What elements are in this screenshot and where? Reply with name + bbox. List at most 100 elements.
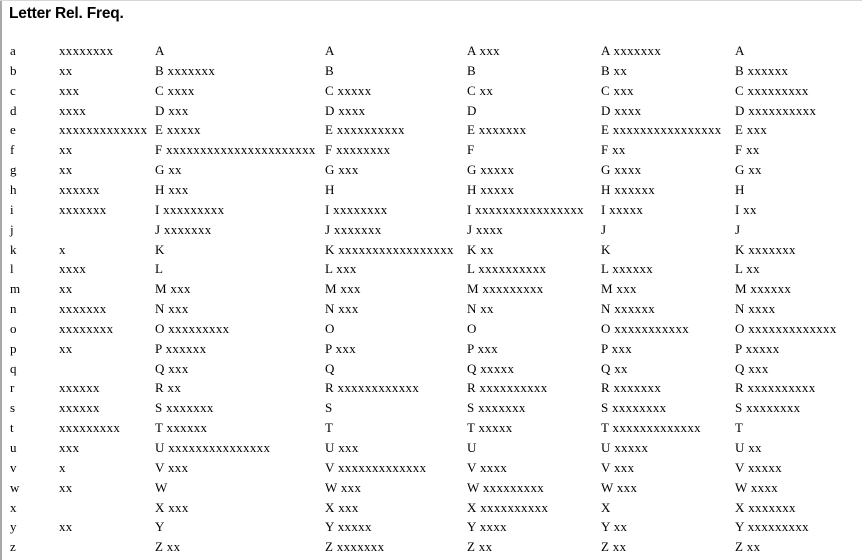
cipher-column-4-cell: P xxx — [601, 340, 632, 356]
cipher-column-5-cell: V xxxxx — [735, 459, 783, 475]
cipher-column-1-cell: D xxx — [155, 102, 189, 118]
cipher-column-4-cell: D xxxx — [601, 102, 642, 118]
row-frequency: xxxxxxxx — [59, 43, 114, 58]
table-row: p xx P xxxxxx P xxx P xxx P xxx P xxxxx — [0, 339, 862, 359]
cipher-column-3-cell: X xxxxxxxxxx — [467, 499, 549, 515]
row-frequency: xx — [59, 162, 73, 178]
cipher-column-2-cell: J xxxxxxx — [325, 221, 382, 237]
table-row: s xxxxxx S xxxxxxx S S xxxxxxx S xxxxxxxx S xx… — [0, 398, 862, 418]
cipher-column-4-cell: K — [601, 241, 611, 257]
cipher-column-3-cell: I xxxxxxxxxxxxxxxx — [467, 201, 584, 217]
cipher-column-5-cell: X xxxxxxx — [735, 499, 796, 515]
cipher-column-5-cell: F xx — [735, 142, 760, 158]
cipher-column-5-cell: O xxxxxxxxxxxxx — [735, 320, 837, 336]
cipher-column-4-cell: Z xx — [601, 539, 627, 555]
row-letter: y — [10, 519, 17, 535]
cipher-column-5-cell: T — [735, 420, 744, 436]
cipher-column-5-cell: A — [735, 43, 745, 58]
table-row: h xxxxxx H xxx H H xxxxx H xxxxxx H — [0, 180, 862, 200]
cipher-column-5-cell: N xxxx — [735, 301, 776, 317]
row-frequency: xx — [59, 479, 73, 495]
cipher-column-4-cell: M xxx — [601, 281, 637, 297]
cipher-column-4-cell: E xxxxxxxxxxxxxxxx — [601, 122, 722, 138]
row-letter: p — [10, 340, 17, 356]
table-row: t xxxxxxxxx T xxxxxx T T xxxxx T xxxxxxxxxxxx… — [0, 418, 862, 438]
cipher-column-3-cell: D — [467, 102, 477, 118]
row-letter: o — [10, 320, 17, 336]
cipher-column-3-cell: Z xx — [467, 539, 493, 555]
table-row: y xx Y Y xxxxx Y xxxx Y xx Y xxxxxxxxx — [0, 517, 862, 537]
cipher-column-2-cell: G xxx — [325, 162, 359, 178]
cipher-column-3-cell: L xxxxxxxxxx — [467, 261, 547, 277]
cipher-column-1-cell: X xxx — [155, 499, 189, 515]
frequency-table: a xxxxxxxx A A A xxx A xxxxxxx Ab xx B xxxxxxx B B… — [0, 41, 862, 560]
cipher-column-3-cell: U — [467, 440, 477, 455]
cipher-column-1-cell: L — [155, 261, 164, 277]
cipher-column-4-cell: J — [601, 221, 607, 237]
cipher-column-1-cell: V xxx — [155, 459, 189, 475]
row-letter: l — [10, 261, 14, 277]
cipher-column-1-cell: T xxxxxx — [155, 420, 208, 436]
cipher-column-2-cell: U xxx — [325, 440, 359, 455]
cipher-column-5-cell: U xx — [735, 440, 762, 455]
cipher-column-4-cell: O xxxxxxxxxxx — [601, 320, 690, 336]
row-letter: n — [10, 301, 17, 317]
cipher-column-4-cell: Q xx — [601, 360, 628, 376]
row-frequency: xxxxxx — [59, 380, 100, 396]
cipher-column-3-cell: G xxxxx — [467, 162, 515, 178]
row-letter: q — [10, 360, 17, 376]
cipher-column-2-cell: T — [325, 420, 334, 436]
cipher-column-1-cell: R xx — [155, 380, 182, 396]
table-row: x X xxx X xxx X xxxxxxxxxx X X xxxxxxx — [0, 498, 862, 518]
table-row: a xxxxxxxx A A A xxx A xxxxxxx A — [0, 41, 862, 61]
table-row: z Z xx Z xxxxxxx Z xx Z xx Z xx — [0, 537, 862, 557]
row-letter: v — [10, 459, 17, 475]
cipher-column-2-cell: R xxxxxxxxxxxx — [325, 380, 420, 396]
row-letter: m — [10, 281, 21, 297]
cipher-column-2-cell: E xxxxxxxxxx — [325, 122, 405, 138]
cipher-column-2-cell: C xxxxx — [325, 82, 372, 98]
row-frequency: xx — [59, 340, 73, 356]
cipher-column-1-cell: P xxxxxx — [155, 340, 207, 356]
cipher-column-4-cell: U xxxxx — [601, 440, 649, 455]
cipher-column-3-cell: H xxxxx — [467, 181, 515, 197]
table-row: e xxxxxxxxxxxxx E xxxxx E xxxxxxxxxx E xxxxx… — [0, 120, 862, 140]
cipher-column-1-cell: E xxxxx — [155, 122, 201, 138]
cipher-column-2-cell: Z xxxxxxx — [325, 539, 385, 555]
cipher-column-4-cell: H xxxxxx — [601, 181, 656, 197]
cipher-column-1-cell: K — [155, 241, 165, 257]
cipher-column-3-cell: S xxxxxxx — [467, 400, 526, 416]
cipher-column-3-cell: Q xxxxx — [467, 360, 515, 376]
row-letter: s — [10, 400, 16, 416]
cipher-column-3-cell: N xx — [467, 301, 494, 317]
cipher-column-2-cell: A — [325, 43, 335, 58]
cipher-column-1-cell: C xxxx — [155, 82, 195, 98]
cipher-column-2-cell: Y xxxxx — [325, 519, 372, 535]
row-letter: g — [10, 162, 17, 178]
cipher-column-5-cell: W xxxx — [735, 479, 779, 495]
cipher-column-4-cell: B xx — [601, 62, 628, 78]
row-frequency: xxxxxxx — [59, 201, 107, 217]
cipher-column-3-cell: M xxxxxxxxx — [467, 281, 544, 297]
cipher-column-1-cell: M xxx — [155, 281, 191, 297]
cipher-column-1-cell: O xxxxxxxxx — [155, 320, 230, 336]
cipher-column-1-cell: B xxxxxxx — [155, 62, 216, 78]
cipher-column-5-cell: K xxxxxxx — [735, 241, 796, 257]
cipher-column-4-cell: R xxxxxxx — [601, 380, 662, 396]
row-letter: u — [10, 440, 17, 455]
table-row: q Q xxx Q Q xxxxx Q xx Q xxx — [0, 359, 862, 379]
cipher-column-3-cell: O — [467, 320, 477, 336]
cipher-column-5-cell: C xxxxxxxxx — [735, 82, 809, 98]
row-letter: b — [10, 62, 17, 78]
cipher-column-3-cell: K xx — [467, 241, 494, 257]
cipher-column-3-cell: P xxx — [467, 340, 498, 356]
row-letter: r — [10, 380, 15, 396]
cipher-column-3-cell: C xx — [467, 82, 494, 98]
cipher-column-2-cell: L xxx — [325, 261, 357, 277]
row-frequency: xxxxxxxxxxxxx — [59, 122, 148, 138]
cipher-column-2-cell: S — [325, 400, 333, 416]
row-frequency: x — [59, 459, 66, 475]
table-row: f xx F xxxxxxxxxxxxxxxxxxxxxx F xxxxxxxx F F … — [0, 140, 862, 160]
row-frequency: xxxxxx — [59, 400, 100, 416]
cipher-column-5-cell: D xxxxxxxxxx — [735, 102, 817, 118]
